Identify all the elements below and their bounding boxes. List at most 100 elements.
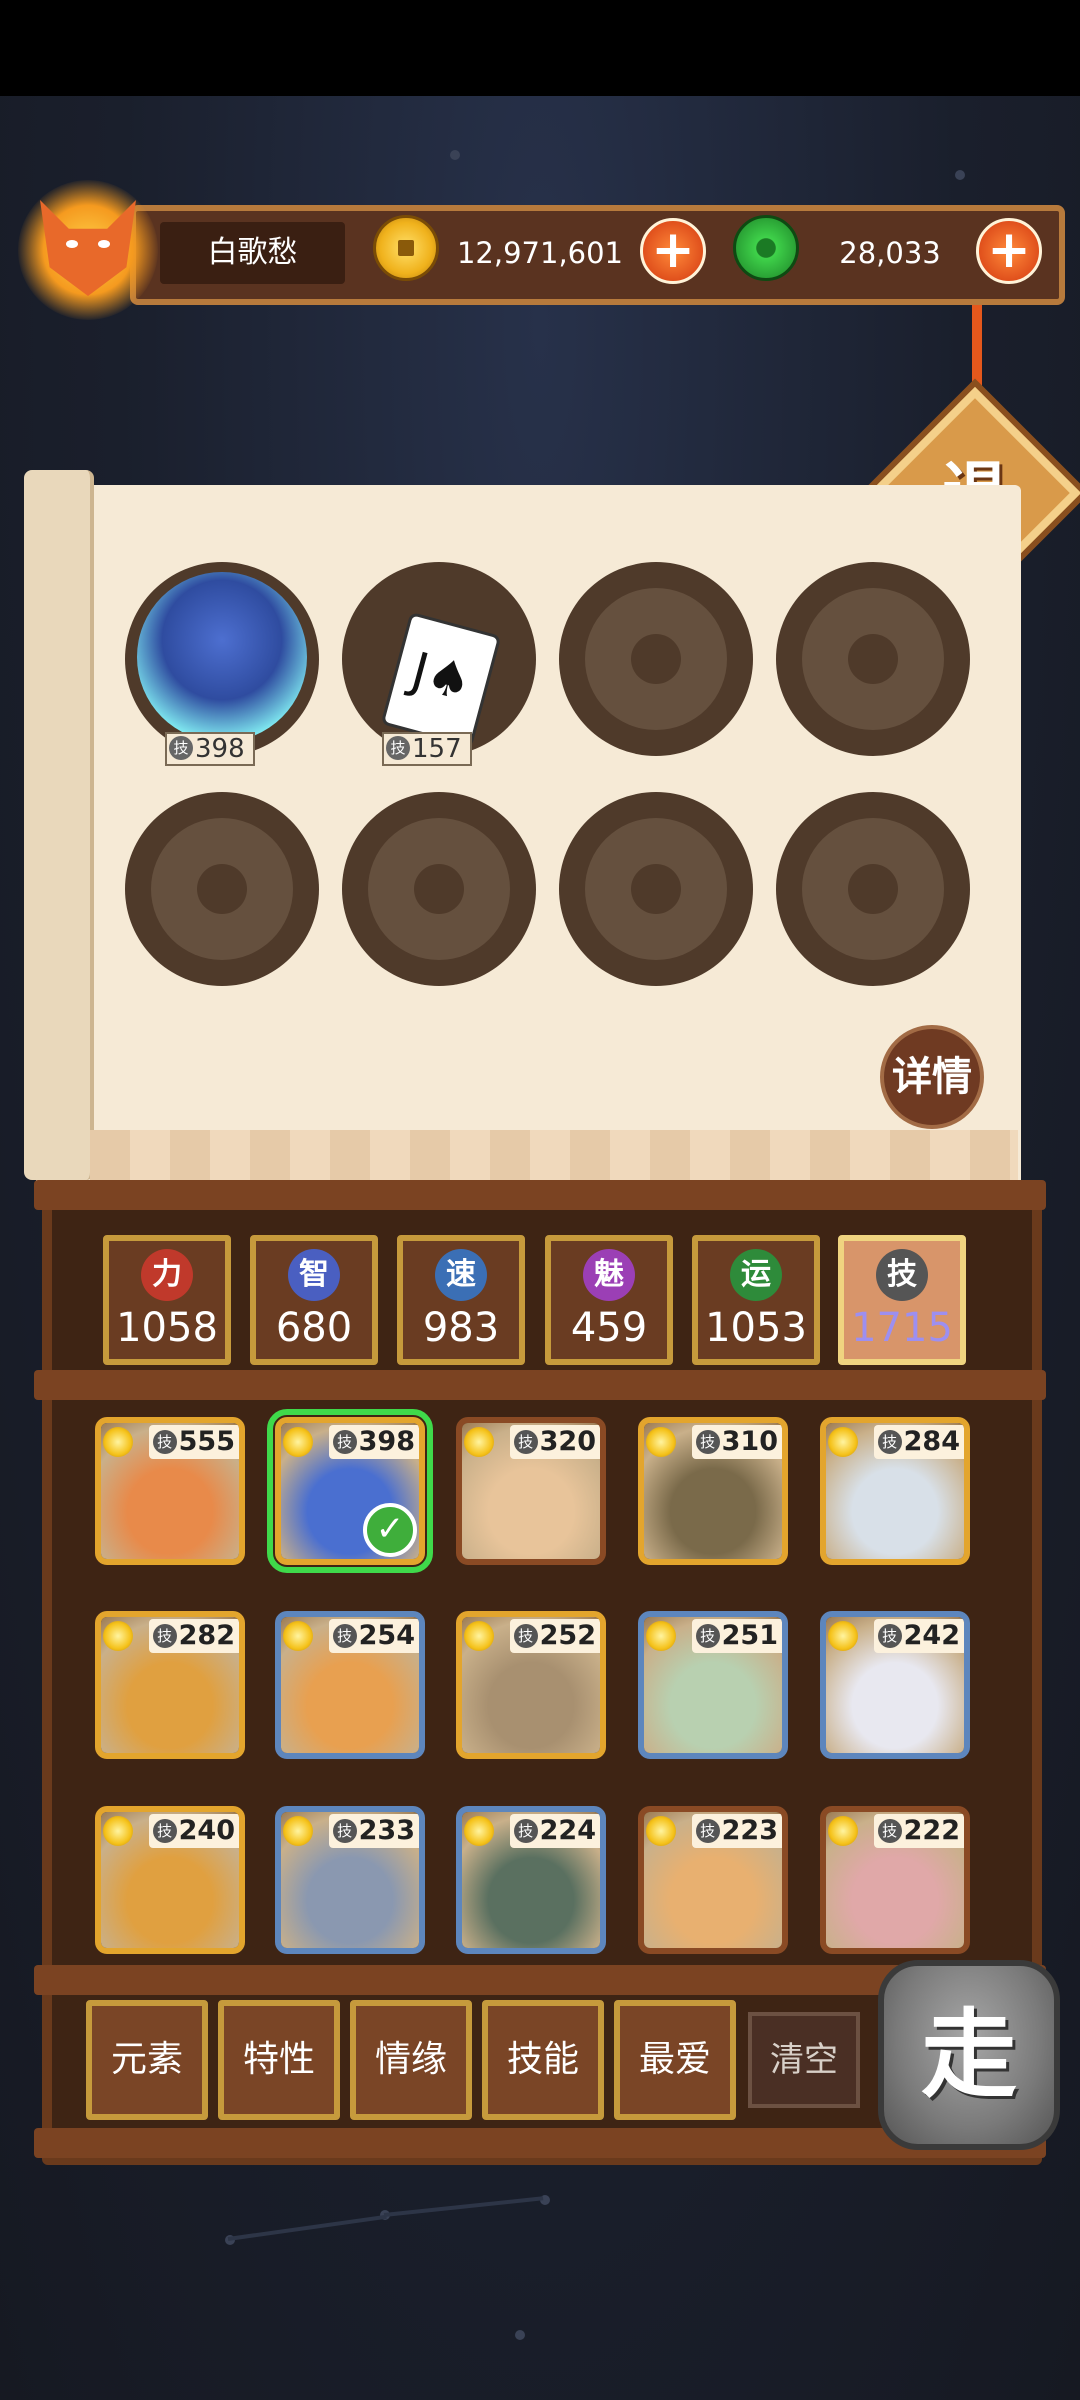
hero-card[interactable]: 技 222 — [820, 1806, 970, 1954]
hero-skill-value: 310 — [721, 1426, 778, 1457]
filter-button[interactable]: 最爱 — [614, 2000, 736, 2120]
hero-skill-badge: 技 252 — [509, 1619, 600, 1653]
stat-tab[interactable]: 智 680 — [250, 1235, 378, 1365]
coin-amount: 12,971,601 — [456, 236, 624, 270]
stat-tab[interactable]: 速 983 — [397, 1235, 525, 1365]
skill-icon: 技 — [152, 1430, 177, 1454]
slot-skill-value: 157 — [412, 734, 462, 764]
hero-skill-value: 223 — [721, 1815, 778, 1846]
hero-card[interactable]: 技 223 — [638, 1806, 788, 1954]
hero-card[interactable]: 技 252 — [456, 1611, 606, 1759]
team-character-portrait — [137, 572, 307, 742]
hero-card[interactable]: 技 398 ✓ — [267, 1409, 433, 1573]
go-label[interactable]: 走 — [878, 1960, 1060, 2150]
player-name: 白歌愁 — [160, 222, 345, 284]
stat-value: 459 — [570, 1305, 648, 1351]
slot-hole-core — [631, 864, 681, 914]
fox-eye — [98, 240, 110, 248]
hero-skill-value: 320 — [539, 1426, 596, 1457]
star-icon — [646, 1427, 676, 1457]
hero-skill-badge: 技 242 — [873, 1619, 964, 1653]
team-slot-empty[interactable] — [559, 562, 753, 756]
hero-skill-badge: 技 240 — [148, 1814, 239, 1848]
stat-icon: 智 — [288, 1249, 340, 1301]
scroll-rod — [24, 470, 94, 1180]
stat-icon: 力 — [141, 1249, 193, 1301]
team-slot-filled[interactable]: J♠ — [342, 562, 536, 756]
star-icon — [828, 1621, 858, 1651]
checkmark-icon: ✓ — [363, 1503, 417, 1557]
skill-icon: 技 — [695, 1430, 720, 1454]
hero-card[interactable]: 技 320 — [456, 1417, 606, 1565]
stat-tab[interactable]: 运 1053 — [692, 1235, 820, 1365]
filter-button[interactable]: 情缘 — [350, 2000, 472, 2120]
hero-card[interactable]: 技 233 — [275, 1806, 425, 1954]
hero-card[interactable]: 技 284 — [820, 1417, 970, 1565]
hero-card[interactable]: 技 282 — [95, 1611, 245, 1759]
skill-icon: 技 — [695, 1624, 720, 1648]
skill-icon: 技 — [513, 1819, 538, 1843]
team-slot-empty[interactable] — [776, 562, 970, 756]
hero-skill-badge: 技 223 — [691, 1814, 782, 1848]
hero-card[interactable]: 技 555 — [95, 1417, 245, 1565]
hero-card[interactable]: 技 310 — [638, 1417, 788, 1565]
details-button[interactable]: 详情 — [880, 1025, 984, 1129]
shelf-rail-top — [34, 1180, 1046, 1210]
player-avatar[interactable] — [18, 170, 158, 320]
hero-skill-value: 282 — [178, 1620, 235, 1651]
skill-icon: 技 — [332, 1430, 357, 1454]
scroll-wave-border — [90, 1130, 1018, 1180]
filter-button[interactable]: 特性 — [218, 2000, 340, 2120]
skill-icon: 技 — [695, 1819, 720, 1843]
hero-card[interactable]: 技 254 — [275, 1611, 425, 1759]
stat-tab[interactable]: 力 1058 — [103, 1235, 231, 1365]
team-slot-empty[interactable] — [559, 792, 753, 986]
status-bar — [0, 0, 1080, 96]
team-slot-empty[interactable] — [342, 792, 536, 986]
skill-icon: 技 — [386, 736, 410, 760]
hero-card[interactable]: 技 240 — [95, 1806, 245, 1954]
filter-button[interactable]: 技能 — [482, 2000, 604, 2120]
hero-skill-value: 252 — [539, 1620, 596, 1651]
hero-skill-value: 240 — [178, 1815, 235, 1846]
hero-skill-value: 254 — [358, 1620, 415, 1651]
add-jade-button[interactable]: + — [976, 218, 1042, 284]
hero-skill-badge: 技 398 — [328, 1425, 419, 1459]
team-slot-empty[interactable] — [125, 792, 319, 986]
stat-icon: 魅 — [583, 1249, 635, 1301]
hero-card[interactable]: 技 224 — [456, 1806, 606, 1954]
star-icon — [283, 1816, 313, 1846]
stat-icon: 运 — [730, 1249, 782, 1301]
hero-skill-badge: 技 254 — [328, 1619, 419, 1653]
hero-skill-badge: 技 224 — [509, 1814, 600, 1848]
playing-card-item: J♠ — [380, 611, 502, 749]
hero-skill-value: 222 — [903, 1815, 960, 1846]
slot-hole-core — [414, 864, 464, 914]
clear-button[interactable]: 清空 — [748, 2012, 860, 2108]
add-coins-button[interactable]: + — [640, 218, 706, 284]
hero-skill-badge: 技 251 — [691, 1619, 782, 1653]
stat-tab[interactable]: 魅 459 — [545, 1235, 673, 1365]
hero-card[interactable]: 技 251 — [638, 1611, 788, 1759]
team-slot-filled[interactable] — [125, 562, 319, 756]
star-icon — [646, 1816, 676, 1846]
slot-hole-core — [197, 864, 247, 914]
slot-skill-value: 398 — [195, 734, 245, 764]
skill-icon: 技 — [169, 736, 193, 760]
stat-icon: 技 — [876, 1249, 928, 1301]
coin-icon — [373, 215, 439, 281]
star-icon — [464, 1816, 494, 1846]
hero-card[interactable]: 技 242 — [820, 1611, 970, 1759]
jade-amount: 28,033 — [839, 236, 941, 270]
bg-star — [450, 150, 460, 160]
slot-hole-core — [848, 864, 898, 914]
hero-skill-badge: 技 222 — [873, 1814, 964, 1848]
star-icon — [103, 1427, 133, 1457]
slot-hole-core — [848, 634, 898, 684]
filter-button[interactable]: 元素 — [86, 2000, 208, 2120]
stat-tab[interactable]: 技 1715 — [838, 1235, 966, 1365]
star-icon — [464, 1621, 494, 1651]
hero-skill-badge: 技 284 — [873, 1425, 964, 1459]
team-slot-empty[interactable] — [776, 792, 970, 986]
skill-icon: 技 — [877, 1819, 902, 1843]
